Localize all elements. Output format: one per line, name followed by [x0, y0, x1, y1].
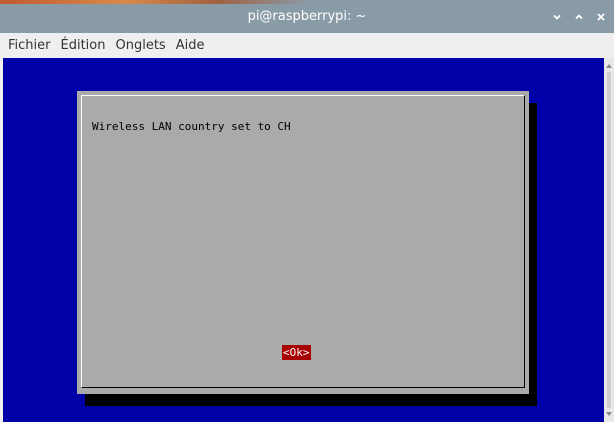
menu-fichier[interactable]: Fichier [3, 38, 56, 53]
chevron-down-icon [553, 14, 561, 20]
maximize-button[interactable] [572, 10, 586, 24]
close-icon [597, 12, 605, 21]
terminal-window: pi@raspberrypi: ~ Fichier Édition Onglet… [0, 0, 614, 422]
minimize-button[interactable] [550, 10, 564, 24]
chevron-up-icon [575, 13, 583, 19]
window-title: pi@raspberrypi: ~ [247, 9, 367, 24]
menu-bar: Fichier Édition Onglets Aide [0, 33, 614, 57]
message-dialog: Wireless LAN country set to CH <Ok> [77, 91, 529, 394]
menu-onglets[interactable]: Onglets [110, 38, 170, 53]
window-controls [550, 0, 608, 33]
menu-edition[interactable]: Édition [56, 38, 111, 53]
terminal-area[interactable]: Wireless LAN country set to CH <Ok> [3, 58, 604, 422]
title-bar[interactable]: pi@raspberrypi: ~ [0, 0, 614, 33]
ok-button[interactable]: <Ok> [282, 345, 311, 360]
dialog-message: Wireless LAN country set to CH [92, 120, 291, 133]
close-button[interactable] [594, 10, 608, 24]
scroll-up-arrow-icon[interactable] [606, 64, 612, 68]
scrollbar-thumb[interactable] [607, 72, 611, 408]
menu-aide[interactable]: Aide [171, 38, 210, 53]
terminal-scrollbar[interactable] [604, 58, 614, 422]
scroll-down-arrow-icon[interactable] [606, 412, 612, 416]
